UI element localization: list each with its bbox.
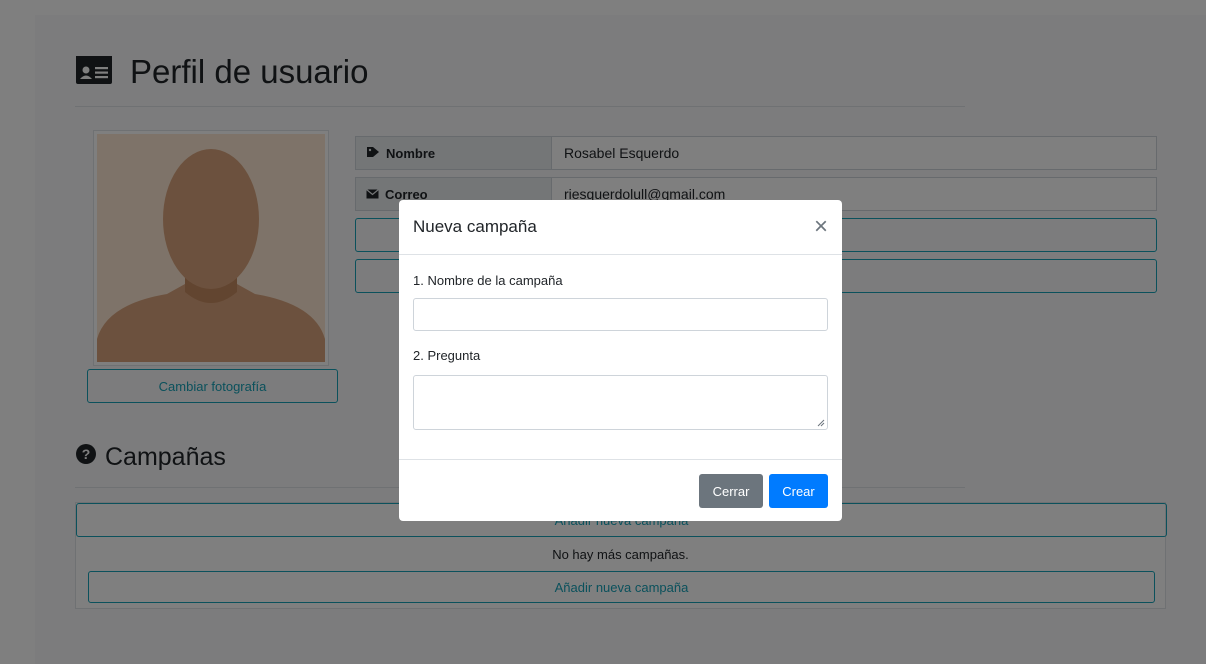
- new-campaign-modal: Nueva campaña × 1. Nombre de la campaña …: [399, 200, 842, 521]
- campaign-name-input[interactable]: [413, 298, 828, 331]
- resize-handle-icon[interactable]: [817, 419, 825, 427]
- question-label: 2. Pregunta: [413, 348, 481, 363]
- modal-footer: Cerrar Crear: [399, 459, 842, 521]
- close-button[interactable]: Cerrar: [699, 474, 763, 508]
- modal-title: Nueva campaña: [413, 217, 537, 236]
- modal-header: Nueva campaña ×: [399, 200, 842, 255]
- campaign-name-label: 1. Nombre de la campaña: [413, 273, 563, 288]
- close-icon[interactable]: ×: [814, 215, 828, 239]
- question-textarea[interactable]: [413, 375, 828, 430]
- create-button[interactable]: Crear: [769, 474, 828, 508]
